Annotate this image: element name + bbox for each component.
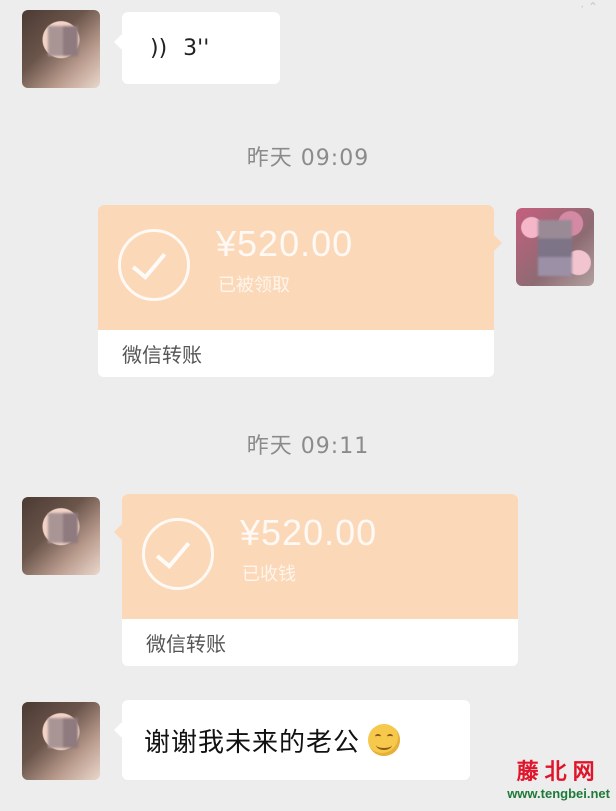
transfer-card-received[interactable]: ¥520.00 已收钱 微信转账 — [114, 494, 518, 666]
avatar-pixelation — [538, 220, 572, 276]
text-message-content: 谢谢我未来的老公 — [144, 727, 361, 758]
top-edge-mark: · ⌃ — [580, 0, 598, 14]
transfer-card-top: ¥520.00 已收钱 — [122, 494, 518, 619]
timestamp: 昨天 09:11 — [246, 434, 370, 459]
transfer-label: 微信转账 — [122, 343, 202, 367]
transfer-footer: 微信转账 — [122, 619, 518, 666]
watermark-url: www.tengbei.net — [507, 786, 610, 801]
voice-duration: 3'' — [183, 35, 210, 61]
voice-message-bubble[interactable]: )) 3'' — [114, 12, 280, 84]
transfer-label: 微信转账 — [146, 632, 226, 656]
transfer-status: 已收钱 — [242, 564, 296, 585]
avatar-pixelation — [48, 718, 78, 748]
check-circle-icon — [142, 518, 214, 590]
avatar-her[interactable] — [22, 10, 100, 88]
avatar-pixelation — [48, 513, 78, 543]
watermark-name: 藤北网 — [516, 759, 601, 785]
voice-wave-icon: )) — [150, 35, 168, 61]
avatar-her[interactable] — [22, 702, 100, 780]
smile-emoji-icon — [368, 724, 401, 756]
check-circle-icon — [118, 229, 190, 301]
transfer-card-sent[interactable]: ¥520.00 已被领取 微信转账 — [98, 205, 502, 377]
transfer-amount: ¥520.00 — [216, 223, 354, 264]
timestamp: 昨天 09:09 — [246, 146, 370, 171]
transfer-amount: ¥520.00 — [240, 512, 378, 553]
avatar-pixelation — [48, 26, 78, 56]
site-watermark: 藤北网 www.tengbei.net — [507, 754, 610, 801]
avatar-her[interactable] — [22, 497, 100, 575]
avatar-me[interactable] — [516, 208, 594, 286]
transfer-status: 已被领取 — [218, 275, 290, 296]
transfer-footer: 微信转账 — [98, 330, 494, 377]
transfer-card-top: ¥520.00 已被领取 — [98, 205, 494, 330]
text-message-bubble[interactable]: 谢谢我未来的老公 — [114, 700, 470, 780]
